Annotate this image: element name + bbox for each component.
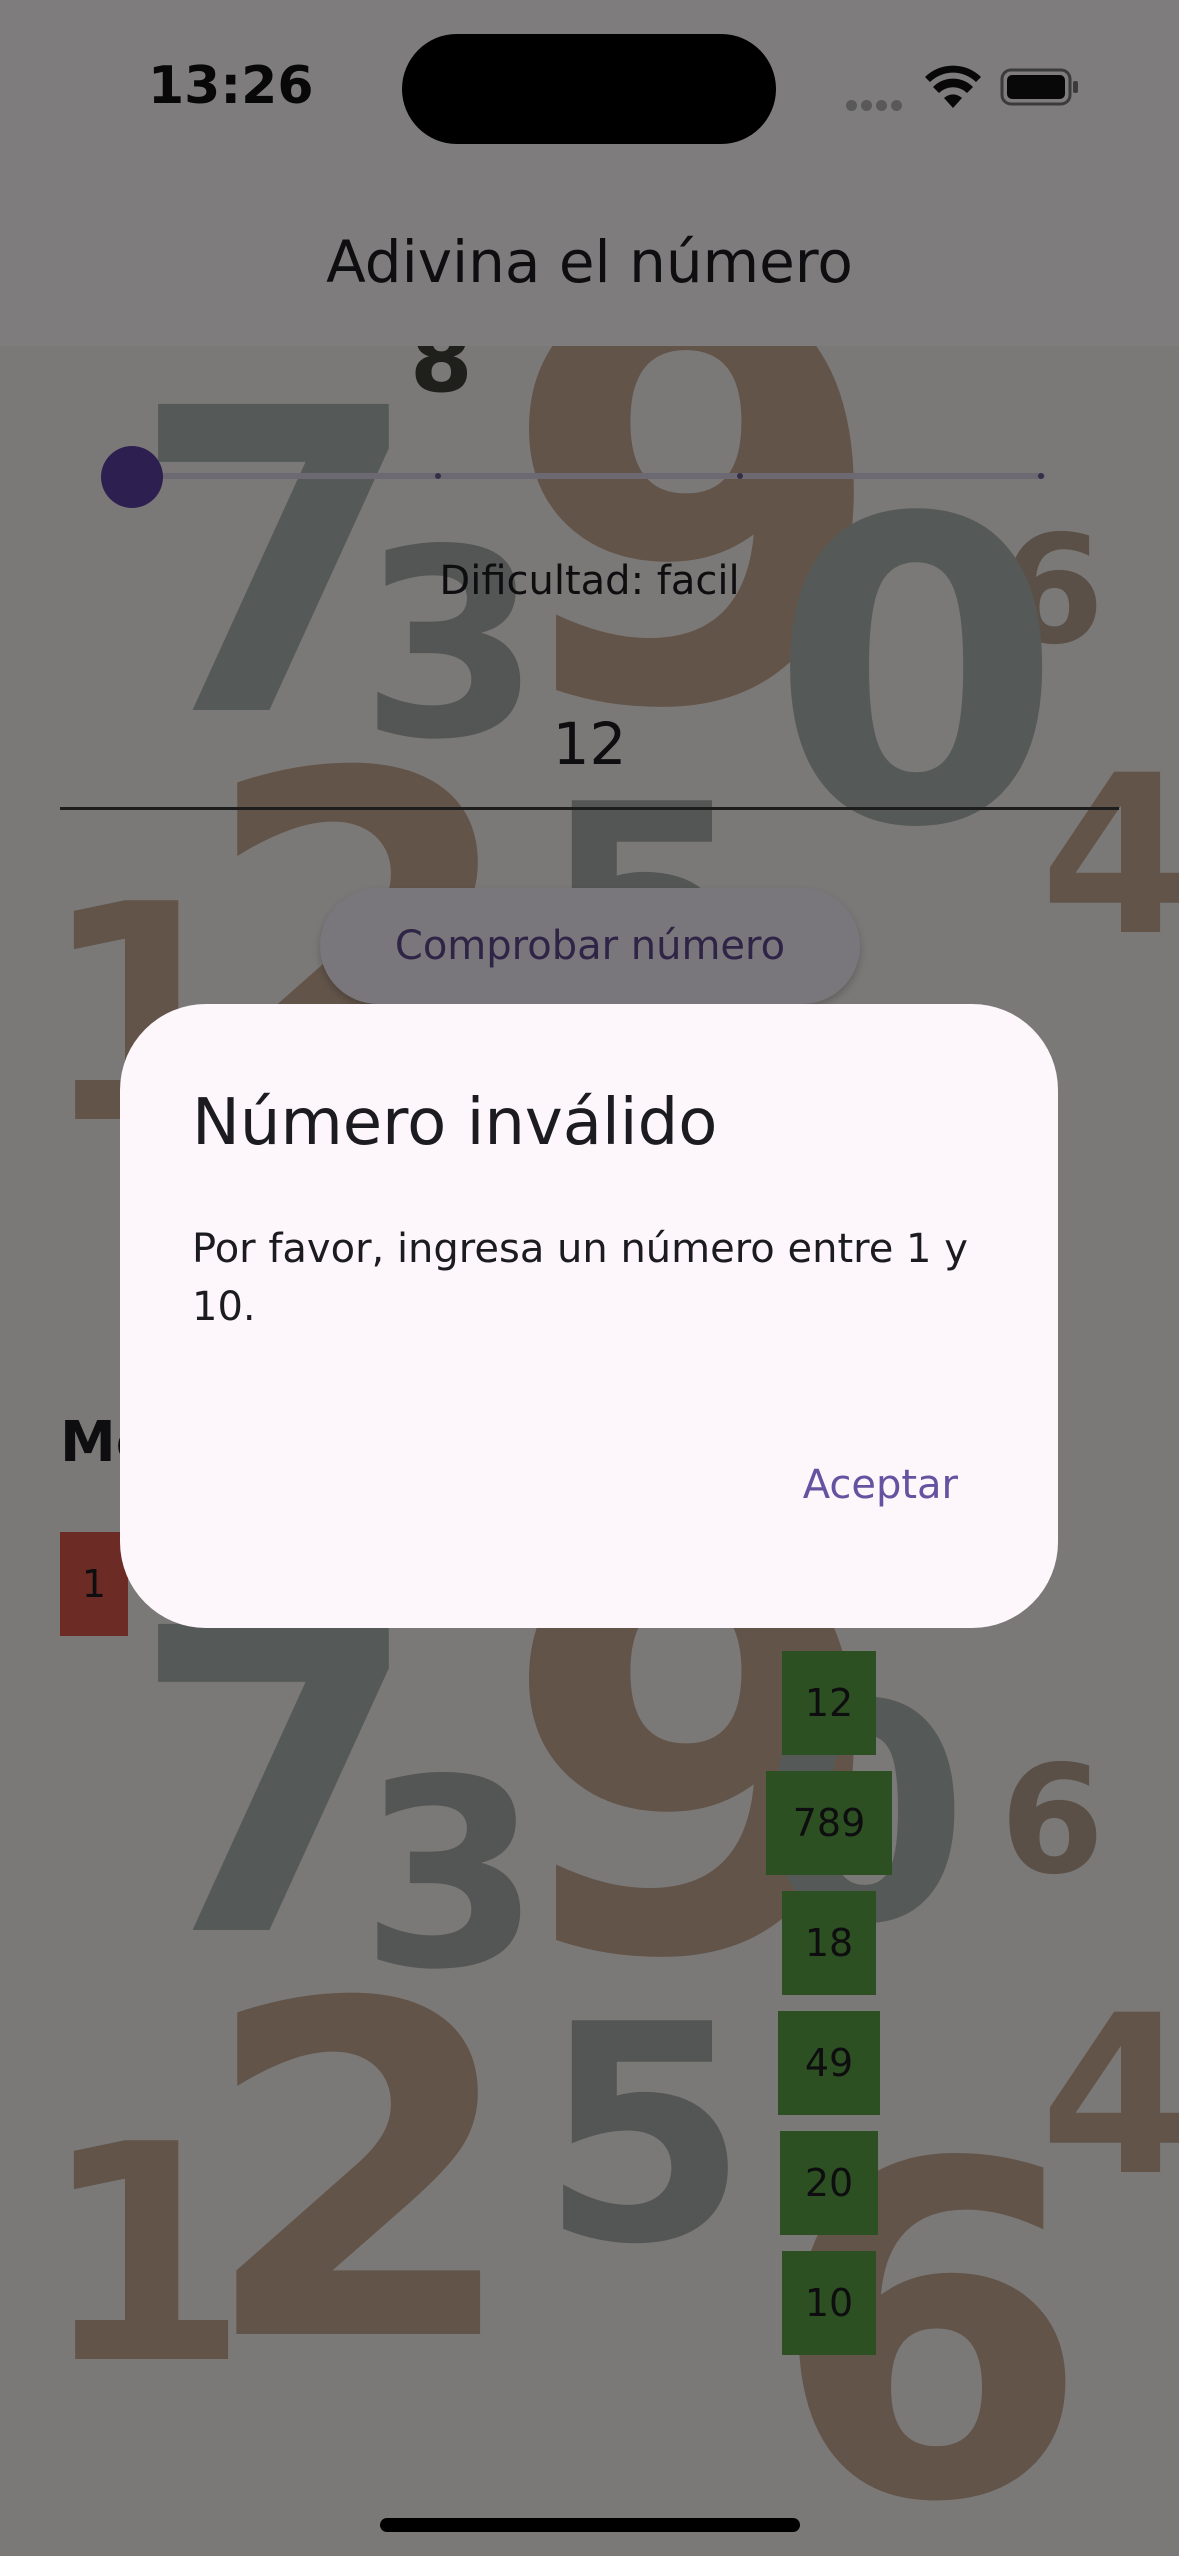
invalid-number-dialog: Número inválido Por favor, ingresa un nú… (120, 1004, 1058, 1628)
accept-button[interactable]: Aceptar (797, 1452, 964, 1518)
dialog-title: Número inválido (192, 1086, 718, 1160)
home-indicator[interactable] (380, 2518, 800, 2532)
dialog-message: Por favor, ingresa un número entre 1 y 1… (192, 1226, 968, 1330)
